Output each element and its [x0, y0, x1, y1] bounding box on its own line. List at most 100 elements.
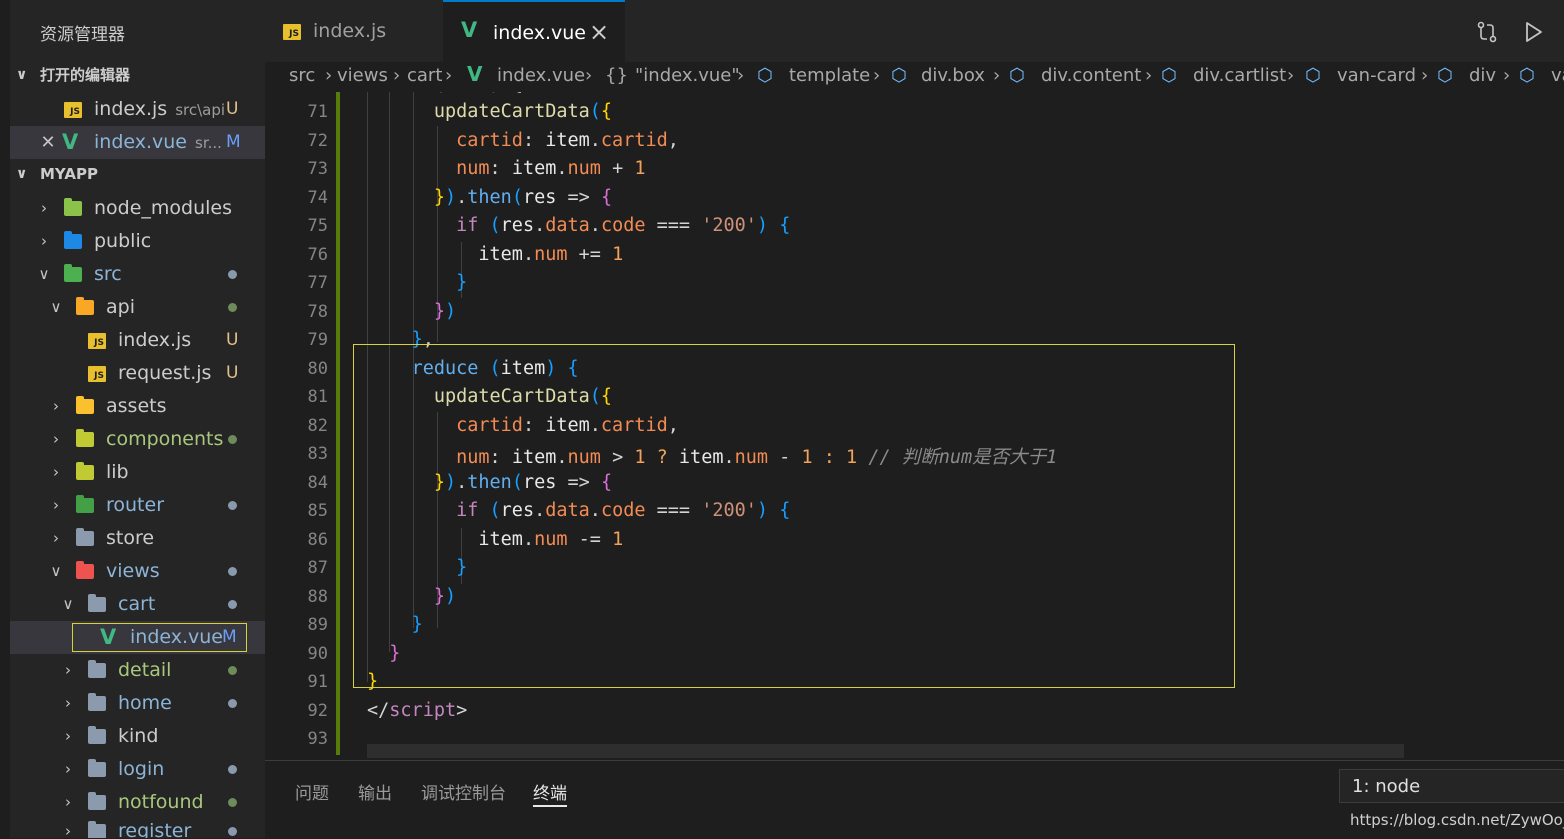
- code-line-92: </script>: [367, 700, 468, 721]
- chevron-right-icon: ›: [65, 727, 71, 745]
- tab-index-js[interactable]: JS index.js: [265, 0, 443, 62]
- tree-item-assets[interactable]: › assets: [10, 390, 265, 423]
- git-modified-gutter-bar: [336, 92, 340, 755]
- code-line-78: }): [433, 301, 457, 322]
- chevron-down-icon: ∨: [62, 595, 74, 613]
- untracked-badge: U: [226, 330, 239, 350]
- tree-item-store[interactable]: › store: [10, 522, 265, 555]
- breadcrumb-item[interactable]: va: [1551, 65, 1564, 86]
- project-header[interactable]: ∨ MYAPP: [10, 158, 265, 191]
- run-icon[interactable]: [1521, 20, 1545, 44]
- code-line-76: item.num += 1: [478, 244, 624, 265]
- folder-icon: [88, 821, 106, 838]
- horizontal-scrollbar[interactable]: [367, 744, 1404, 758]
- close-icon[interactable]: ×: [589, 18, 609, 46]
- tree-item-register[interactable]: › register: [10, 815, 265, 838]
- tab-output[interactable]: 输出: [358, 779, 392, 804]
- js-file-icon: JS: [64, 102, 82, 118]
- chevron-down-icon: ∨: [16, 166, 28, 182]
- breadcrumb-item[interactable]: index.vue: [497, 65, 585, 86]
- tree-item-api[interactable]: ∨ api: [10, 291, 265, 324]
- tree-item-node-modules[interactable]: › node_modules: [10, 192, 265, 225]
- code-editor[interactable]: 71 72 73 74 75 76 77 78 79 80 81 82 83 8…: [265, 92, 1564, 760]
- folder-router-icon: [76, 495, 94, 513]
- tree-item-public[interactable]: › public: [10, 225, 265, 258]
- folder-assets-icon: [76, 396, 94, 414]
- tree-item-request-js[interactable]: JS request.js U: [10, 357, 265, 390]
- code-line-77: }: [456, 272, 468, 293]
- close-icon[interactable]: ✕: [40, 126, 56, 159]
- chevron-right-icon: ›: [65, 694, 71, 712]
- tree-item-router[interactable]: › router: [10, 489, 265, 522]
- chevron-right-icon: ›: [65, 822, 71, 838]
- chevron-right-icon: ›: [393, 65, 401, 86]
- tree-item-index-js[interactable]: JS index.js U: [10, 324, 265, 357]
- cube-icon: ⬡: [1437, 65, 1453, 86]
- chevron-right-icon: ›: [325, 65, 333, 86]
- vue-file-icon: V: [467, 62, 483, 86]
- untracked-badge: U: [226, 363, 239, 383]
- tab-problems[interactable]: 问题: [295, 779, 329, 804]
- folder-icon: [88, 792, 106, 810]
- tree-item-index-vue[interactable]: V index.vue M: [10, 621, 265, 654]
- breadcrumb-item[interactable]: template: [789, 65, 870, 86]
- folder-components-icon: [76, 429, 94, 447]
- cube-icon: ⬡: [757, 65, 773, 86]
- tab-terminal[interactable]: 终端: [533, 779, 567, 804]
- code-line-70: (item) {: [367, 92, 523, 95]
- js-file-icon: JS: [88, 333, 106, 349]
- modified-badge: M: [226, 132, 241, 152]
- explorer-title: 资源管理器: [40, 25, 125, 45]
- tree-item-src[interactable]: ∨ src: [10, 258, 265, 291]
- js-file-icon: JS: [88, 366, 106, 382]
- open-editor-item-index-vue[interactable]: ✕ V index.vue sr... M: [10, 126, 265, 159]
- tree-item-lib[interactable]: › lib: [10, 456, 265, 489]
- compare-changes-icon[interactable]: [1475, 20, 1499, 44]
- code-line-71: updateCartData({: [433, 101, 613, 122]
- chevron-right-icon: ›: [873, 65, 881, 86]
- tree-item-cart[interactable]: ∨ cart: [10, 588, 265, 621]
- code-line-75: if (res.data.code === '200') {: [456, 215, 791, 236]
- breadcrumb-item[interactable]: div.cartlist: [1193, 65, 1286, 86]
- tree-item-home[interactable]: › home: [10, 687, 265, 720]
- breadcrumb-item[interactable]: div.box: [921, 65, 985, 86]
- vue-file-icon: V: [461, 18, 478, 42]
- tree-item-login[interactable]: › login: [10, 753, 265, 786]
- tree-item-kind[interactable]: › kind: [10, 720, 265, 753]
- tab-debug-console[interactable]: 调试控制台: [421, 779, 506, 804]
- breadcrumb: src › views › cart › V index.vue › {} "i…: [265, 62, 1564, 92]
- tab-index-vue[interactable]: V index.vue ×: [443, 0, 625, 62]
- terminal-select[interactable]: 1: node: [1339, 769, 1564, 803]
- breadcrumb-item[interactable]: div: [1469, 65, 1496, 86]
- folder-node-icon: [64, 198, 82, 216]
- tree-item-detail[interactable]: › detail: [10, 654, 265, 687]
- breadcrumb-item[interactable]: van-card: [1337, 65, 1416, 86]
- folder-src-icon: [64, 264, 82, 282]
- folder-icon: [76, 528, 94, 546]
- folder-icon: [88, 726, 106, 744]
- tree-item-views[interactable]: ∨ views: [10, 555, 265, 588]
- chevron-right-icon: ›: [65, 760, 71, 778]
- breadcrumb-item[interactable]: cart: [407, 65, 442, 86]
- folder-icon: [88, 660, 106, 678]
- chevron-right-icon: ›: [1145, 65, 1153, 86]
- modified-badge: M: [222, 627, 237, 647]
- folder-public-icon: [64, 231, 82, 249]
- chevron-right-icon: ›: [41, 232, 47, 250]
- breadcrumb-item[interactable]: src: [289, 65, 315, 86]
- chevron-right-icon: ›: [53, 397, 59, 415]
- modified-dot: [228, 270, 237, 279]
- modified-dot: [228, 765, 237, 774]
- chevron-right-icon: ›: [53, 496, 59, 514]
- folder-icon: [88, 759, 106, 777]
- chevron-right-icon: ›: [1421, 65, 1429, 86]
- cube-icon: ⬡: [1305, 65, 1321, 86]
- tree-item-components[interactable]: › components: [10, 423, 265, 456]
- cube-icon: ⬡: [1009, 65, 1025, 86]
- open-editors-header[interactable]: ∨ 打开的编辑器: [10, 59, 265, 92]
- untracked-dot: [228, 435, 237, 444]
- breadcrumb-item[interactable]: views: [337, 65, 388, 86]
- breadcrumb-item[interactable]: div.content: [1041, 65, 1141, 86]
- open-editor-item-index-js[interactable]: JS index.js src\api U: [10, 93, 265, 126]
- breadcrumb-item[interactable]: "index.vue": [635, 65, 740, 86]
